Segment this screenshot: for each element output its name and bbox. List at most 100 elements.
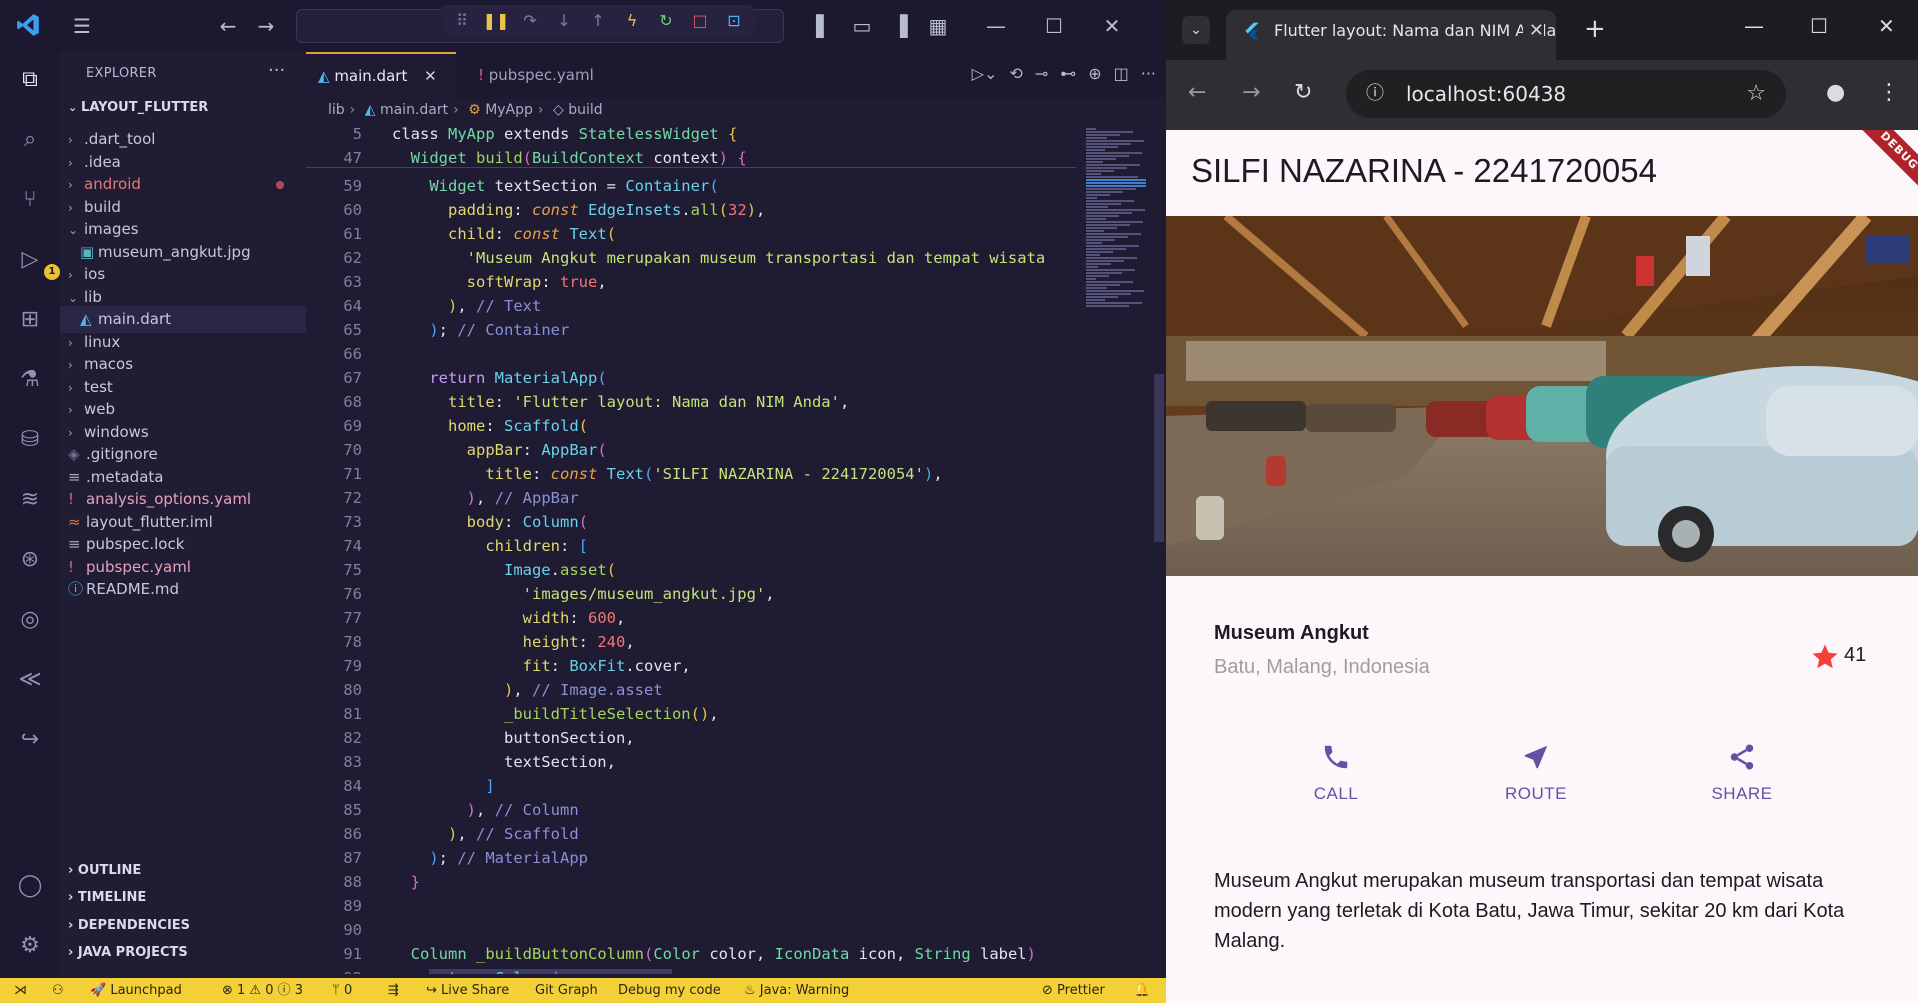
minimap[interactable] xyxy=(1080,128,1154,318)
database-icon[interactable]: ⛁ xyxy=(14,424,46,456)
section-java-projects[interactable]: › JAVA PROJECTS xyxy=(68,940,188,966)
run-icon[interactable]: ▷⌄ xyxy=(972,64,998,83)
go-back-icon[interactable]: ⊸ xyxy=(1035,64,1048,83)
layers-icon[interactable]: ≋ xyxy=(14,484,46,516)
source-control-icon[interactable]: ⑂ xyxy=(14,184,46,216)
minimap-line xyxy=(1086,251,1113,253)
explorer-icon[interactable]: ⧉ xyxy=(14,64,46,96)
file-item[interactable]: ⓘ README.md xyxy=(60,576,306,603)
maximize-icon[interactable]: ☐ xyxy=(1040,12,1068,40)
status-ports[interactable]: ᛘ 0 xyxy=(332,978,352,1003)
status-prettier[interactable]: ⊘ Prettier xyxy=(1042,978,1105,1003)
browser-forward-icon[interactable]: → xyxy=(1242,80,1260,105)
remote-explorer-icon[interactable]: ◎ xyxy=(14,604,46,636)
stop-icon[interactable]: □ xyxy=(688,8,712,32)
reload-icon[interactable]: ↻ xyxy=(1294,80,1312,105)
close-icon[interactable]: ✕ xyxy=(1098,12,1126,40)
back-arrow-icon[interactable]: ← xyxy=(214,12,242,40)
editor-more-icon[interactable]: ··· xyxy=(1141,64,1156,83)
flutter-inspector-icon[interactable]: ⊕ xyxy=(1088,64,1101,83)
git-graph-icon[interactable]: ⊛ xyxy=(14,544,46,576)
activity-bar: ⧉ ⌕ ⑂ ▷ 1 ⊞ ⚗ ⛁ ≋ ⊛ ◎ ≪ ↪ ◯ ⚙ xyxy=(0,52,60,978)
menu-icon[interactable]: ☰ xyxy=(68,12,96,40)
bookmark-star-icon[interactable]: ☆ xyxy=(1746,70,1766,118)
section-dependencies[interactable]: › DEPENDENCIES xyxy=(68,913,190,939)
site-info-icon[interactable]: ⓘ xyxy=(1366,70,1384,118)
browser-tab[interactable]: Flutter layout: Nama dan NIM Anda ✕ xyxy=(1226,10,1556,60)
step-over-icon[interactable]: ↷ xyxy=(518,8,542,32)
browser-back-icon[interactable]: ← xyxy=(1188,80,1206,105)
new-tab-icon[interactable]: + xyxy=(1584,14,1606,44)
minimap-line xyxy=(1086,221,1143,223)
breadcrumb-class[interactable]: MyApp xyxy=(485,102,533,118)
tab-close-icon[interactable]: ✕ xyxy=(1522,10,1544,52)
tree-item-label: README.md xyxy=(86,580,180,598)
status-live-share[interactable]: ↪ Live Share xyxy=(426,978,509,1003)
breadcrumb-lib[interactable]: lib xyxy=(328,102,345,118)
status-git-graph[interactable]: Git Graph xyxy=(535,978,598,1003)
remote-indicator-icon[interactable]: ⋊ xyxy=(14,978,27,1003)
toggle-secondary-sidebar-icon[interactable]: ▐ xyxy=(886,12,914,40)
go-forward-icon[interactable]: ⊷ xyxy=(1060,64,1076,83)
chrome-toolbar: ← → ↻ ⓘ localhost:60438 ☆ ● ⋮ xyxy=(1166,60,1918,130)
run-debug-icon[interactable]: ▷ 1 xyxy=(14,244,60,280)
step-into-icon[interactable]: ↓ xyxy=(552,8,576,32)
tab-close-icon[interactable]: ✕ xyxy=(424,67,437,85)
flutter-icon[interactable]: ≪ xyxy=(14,664,46,696)
project-root[interactable]: ⌄ LAYOUT_FLUTTER xyxy=(68,100,208,115)
minimize-icon[interactable]: — xyxy=(982,12,1010,40)
status-launchpad[interactable]: 🚀 Launchpad xyxy=(90,978,182,1003)
browser-maximize-icon[interactable]: ☐ xyxy=(1810,14,1828,38)
debug-toolbar: ⠿ ❚❚ ↷ ↓ ↑ ϟ ↻ □ ⊡ xyxy=(442,5,754,35)
devtools-icon[interactable]: ⊡ xyxy=(722,8,746,32)
tab-main-dart[interactable]: ◭ main.dart ✕ xyxy=(306,52,456,98)
testing-icon[interactable]: ⚗ xyxy=(14,364,46,396)
customize-layout-icon[interactable]: ▦ xyxy=(924,12,952,40)
toggle-sidebar-icon[interactable]: ▌ xyxy=(810,12,838,40)
browser-close-icon[interactable]: ✕ xyxy=(1878,14,1895,38)
hot-reload-icon[interactable]: ϟ xyxy=(620,8,644,32)
flutter-favicon-icon xyxy=(1245,22,1259,40)
drag-handle-icon[interactable]: ⠿ xyxy=(450,8,474,32)
text-section: Museum Angkut merupakan museum transport… xyxy=(1214,870,1845,952)
tree-item-label: pubspec.yaml xyxy=(86,557,191,576)
yaml-file-icon: ! xyxy=(478,66,489,84)
address-bar[interactable]: ⓘ localhost:60438 ☆ xyxy=(1346,70,1786,118)
minimap-line xyxy=(1086,167,1127,169)
tree-item-label: macos xyxy=(84,355,134,373)
restart-icon[interactable]: ↻ xyxy=(654,8,678,32)
code-editor[interactable]: 59 Widget textSection = Container( 60 pa… xyxy=(306,174,1076,974)
breadcrumb-file[interactable]: main.dart xyxy=(380,102,448,118)
browser-minimize-icon[interactable]: — xyxy=(1744,14,1764,38)
breadcrumb-method[interactable]: build xyxy=(568,102,602,118)
section-outline[interactable]: › OUTLINE xyxy=(68,858,141,884)
split-editor-icon[interactable]: ◫ xyxy=(1114,64,1129,83)
call-button[interactable]: CALL xyxy=(1286,742,1386,804)
toggle-panel-icon[interactable]: ▭ xyxy=(848,12,876,40)
settings-gear-icon[interactable]: ⚙ xyxy=(14,930,46,962)
tab-search-icon[interactable]: ⌄ xyxy=(1182,16,1210,44)
accounts-status-icon[interactable]: ⚇ xyxy=(52,978,64,1003)
forward-arrow-icon[interactable]: → xyxy=(252,12,280,40)
more-actions-icon[interactable]: ··· xyxy=(268,60,285,81)
share-button[interactable]: SHARE xyxy=(1692,742,1792,804)
pause-icon[interactable]: ❚❚ xyxy=(483,8,510,32)
open-changes-icon[interactable]: ⟲ xyxy=(1009,64,1022,83)
step-out-icon[interactable]: ↑ xyxy=(586,8,610,32)
profile-icon[interactable]: ● xyxy=(1826,80,1845,105)
editor-scrollbar[interactable] xyxy=(1154,374,1164,542)
section-timeline[interactable]: › TIMELINE xyxy=(68,885,146,911)
extensions-icon[interactable]: ⊞ xyxy=(14,304,46,336)
tab-pubspec-yaml[interactable]: ! pubspec.yaml xyxy=(466,52,646,98)
status-debug-run-icon[interactable]: ⇶ xyxy=(388,978,399,1003)
accounts-icon[interactable]: ◯ xyxy=(14,870,46,902)
notifications-bell-icon[interactable]: 🔔 xyxy=(1134,978,1150,1003)
status-java[interactable]: ♨ Java: Warning xyxy=(744,978,849,1003)
minimap-line xyxy=(1086,143,1131,145)
status-problems[interactable]: ⊗ 1 ⚠ 0 ⓘ 3 xyxy=(222,978,303,1003)
live-share-icon[interactable]: ↪ xyxy=(14,724,46,756)
status-debug-my-code[interactable]: Debug my code xyxy=(618,978,721,1003)
chrome-menu-icon[interactable]: ⋮ xyxy=(1878,80,1900,105)
search-icon[interactable]: ⌕ xyxy=(14,124,46,156)
route-button[interactable]: ROUTE xyxy=(1486,742,1586,804)
